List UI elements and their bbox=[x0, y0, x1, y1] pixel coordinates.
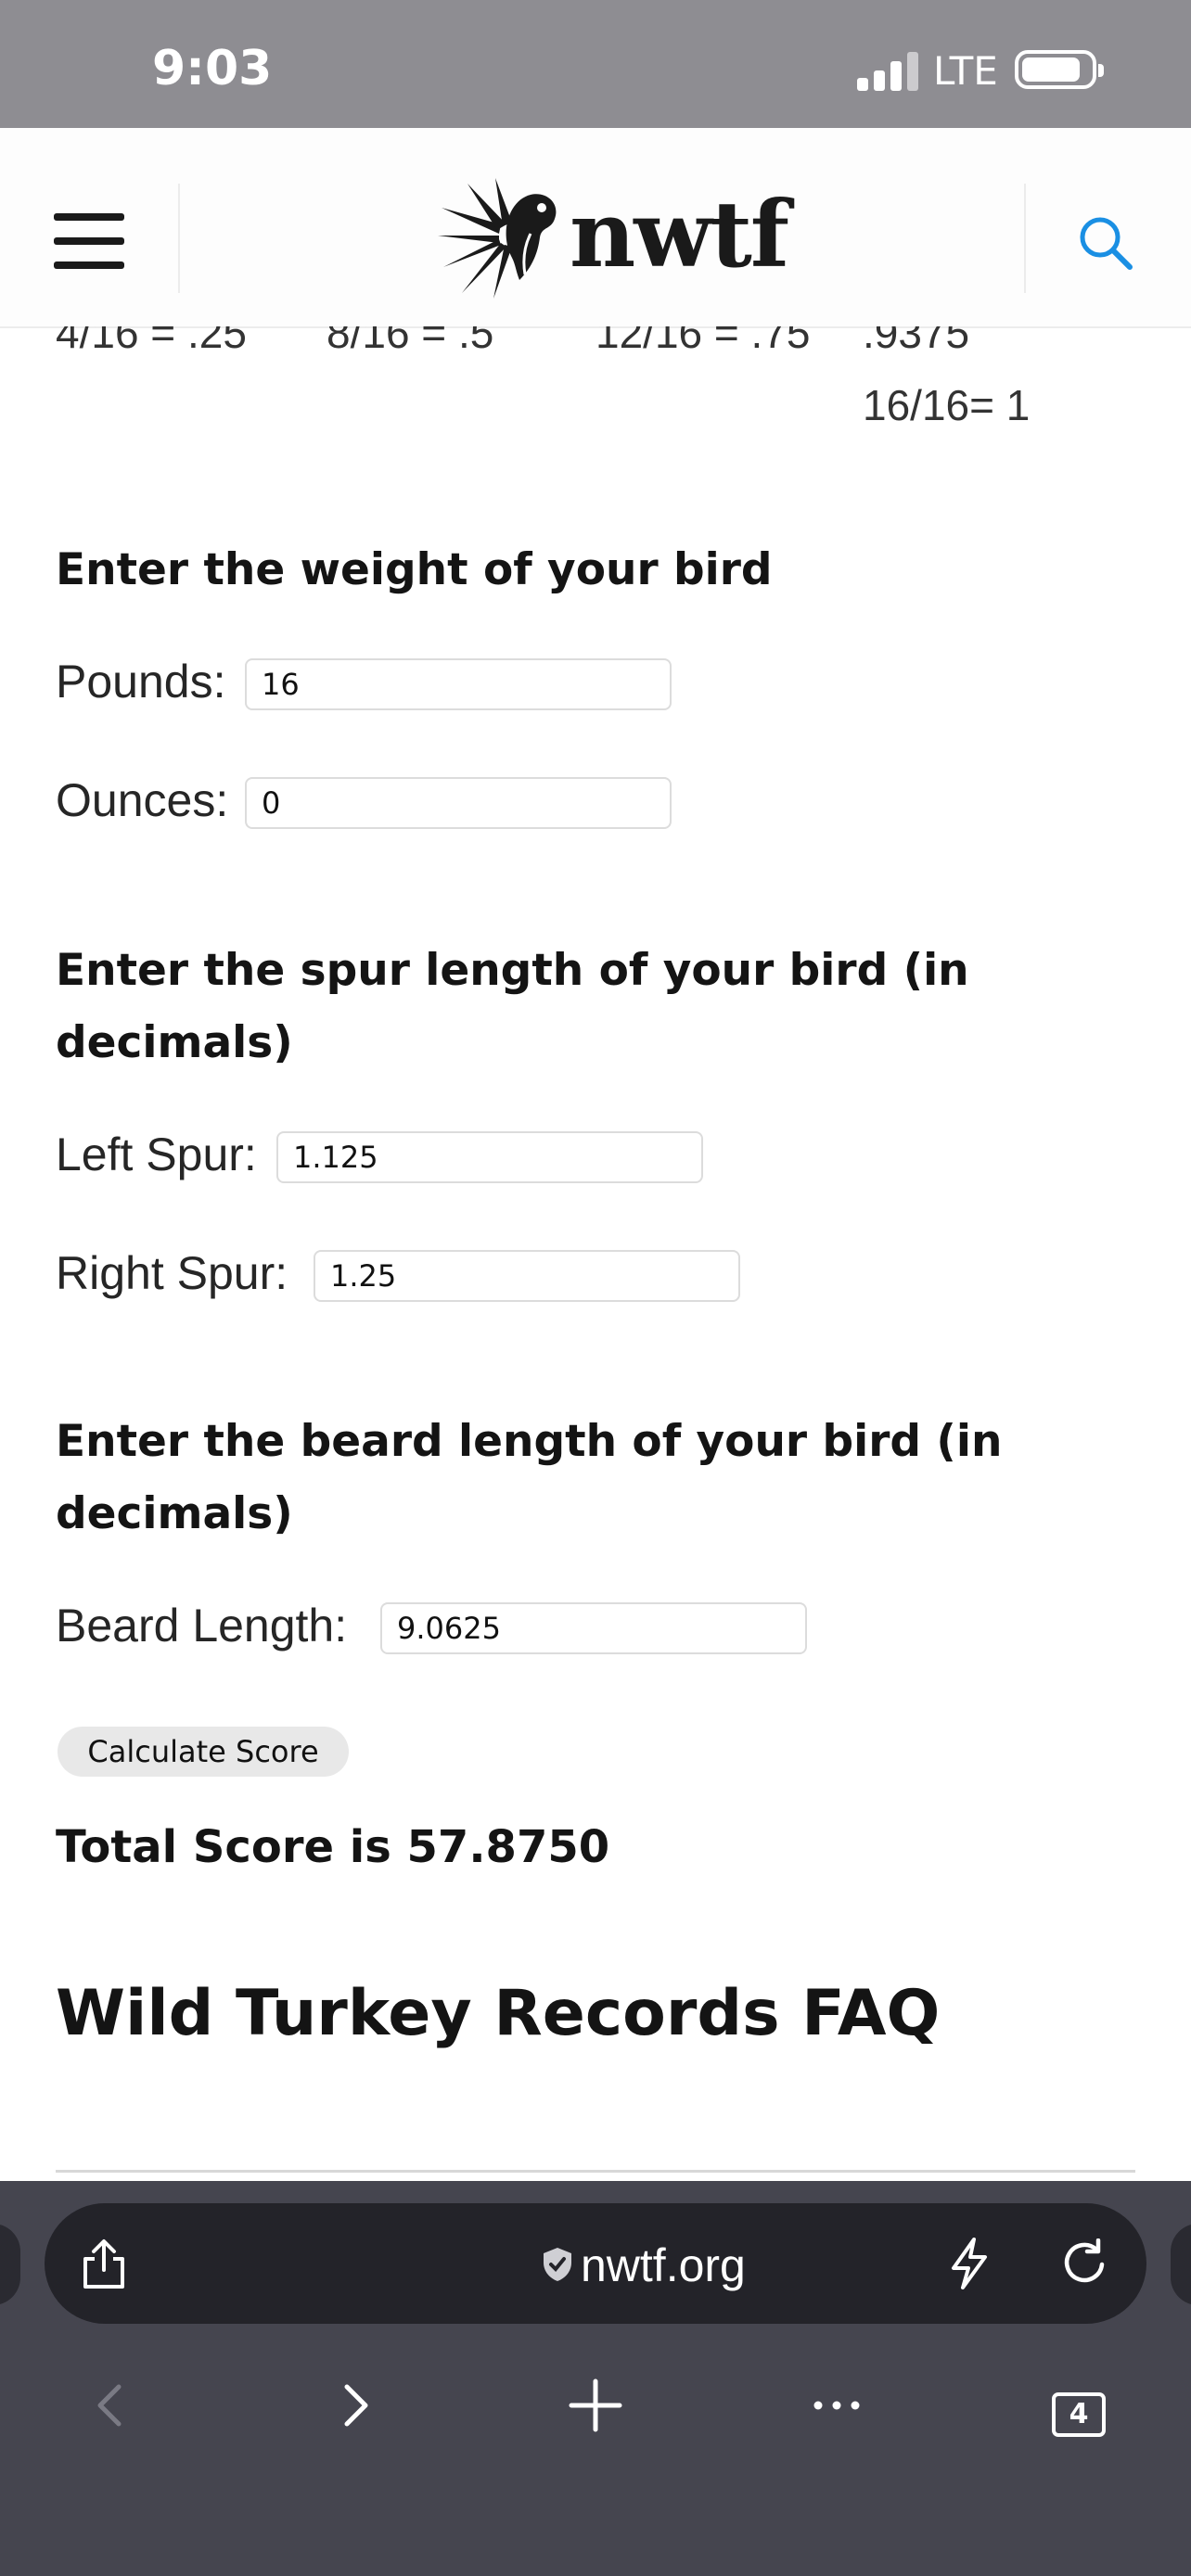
ounces-label: Ounces: bbox=[56, 774, 229, 826]
ounces-input[interactable] bbox=[245, 777, 672, 829]
hamburger-menu-icon[interactable] bbox=[54, 213, 126, 269]
status-bar: 9:03 LTE bbox=[0, 0, 1191, 128]
tabs-icon[interactable]: 4 bbox=[1052, 2392, 1106, 2437]
faq-heading: Wild Turkey Records FAQ bbox=[56, 1977, 941, 2050]
bolt-icon[interactable] bbox=[946, 2237, 992, 2290]
weight-heading: Enter the weight of your bird bbox=[56, 544, 773, 595]
battery-icon bbox=[1015, 50, 1104, 89]
calculate-score-button[interactable]: Calculate Score bbox=[58, 1727, 349, 1777]
nwtf-logo[interactable]: nwtf bbox=[434, 178, 789, 299]
beard-heading: Enter the beard length of your bird (in … bbox=[56, 1416, 1003, 1539]
plus-icon[interactable] bbox=[568, 2378, 623, 2433]
left-spur-label: Left Spur: bbox=[56, 1129, 257, 1180]
right-spur-label: Right Spur: bbox=[56, 1247, 288, 1299]
turkey-logo-icon bbox=[438, 178, 557, 299]
header-divider bbox=[178, 184, 180, 293]
shield-icon bbox=[544, 2248, 571, 2281]
beard-length-label: Beard Length: bbox=[56, 1600, 348, 1651]
pounds-label: Pounds: bbox=[56, 656, 226, 708]
beard-length-input[interactable] bbox=[380, 1602, 807, 1654]
status-time: 9:03 bbox=[152, 41, 273, 96]
more-icon[interactable] bbox=[809, 2378, 864, 2433]
fraction-item: 16/16= 1 bbox=[863, 381, 1031, 429]
spur-heading: Enter the spur length of your bird (in d… bbox=[56, 945, 969, 1068]
fraction-item: 12/16 = .75 bbox=[596, 326, 811, 357]
forward-icon[interactable] bbox=[327, 2378, 382, 2433]
total-score: Total Score is 57.8750 bbox=[56, 1821, 610, 1873]
right-spur-input[interactable] bbox=[314, 1250, 740, 1302]
address-bar[interactable]: nwtf.org bbox=[45, 2203, 1146, 2324]
content-divider bbox=[56, 2170, 1135, 2173]
share-icon[interactable] bbox=[80, 2238, 128, 2290]
fraction-item: 4/16 = .25 bbox=[56, 326, 247, 357]
fraction-item: 8/16 = .5 bbox=[327, 326, 494, 357]
url-text: nwtf.org bbox=[581, 2239, 746, 2291]
network-type: LTE bbox=[933, 48, 998, 94]
previous-tab-peek[interactable] bbox=[0, 2224, 20, 2305]
signal-icon bbox=[857, 52, 920, 91]
pounds-input[interactable] bbox=[245, 658, 672, 710]
fraction-table: 4/16 = .25 8/16 = .5 12/16 = .75 .9375 1… bbox=[0, 326, 1191, 456]
back-icon[interactable] bbox=[83, 2378, 139, 2433]
site-header: nwtf bbox=[0, 128, 1191, 328]
next-tab-peek[interactable] bbox=[1171, 2224, 1191, 2305]
reload-icon[interactable] bbox=[1059, 2238, 1109, 2289]
header-divider bbox=[1024, 184, 1026, 293]
logo-text: nwtf bbox=[570, 182, 789, 288]
left-spur-input[interactable] bbox=[276, 1131, 703, 1183]
fraction-item: .9375 bbox=[863, 326, 970, 357]
search-icon[interactable] bbox=[1076, 213, 1135, 273]
